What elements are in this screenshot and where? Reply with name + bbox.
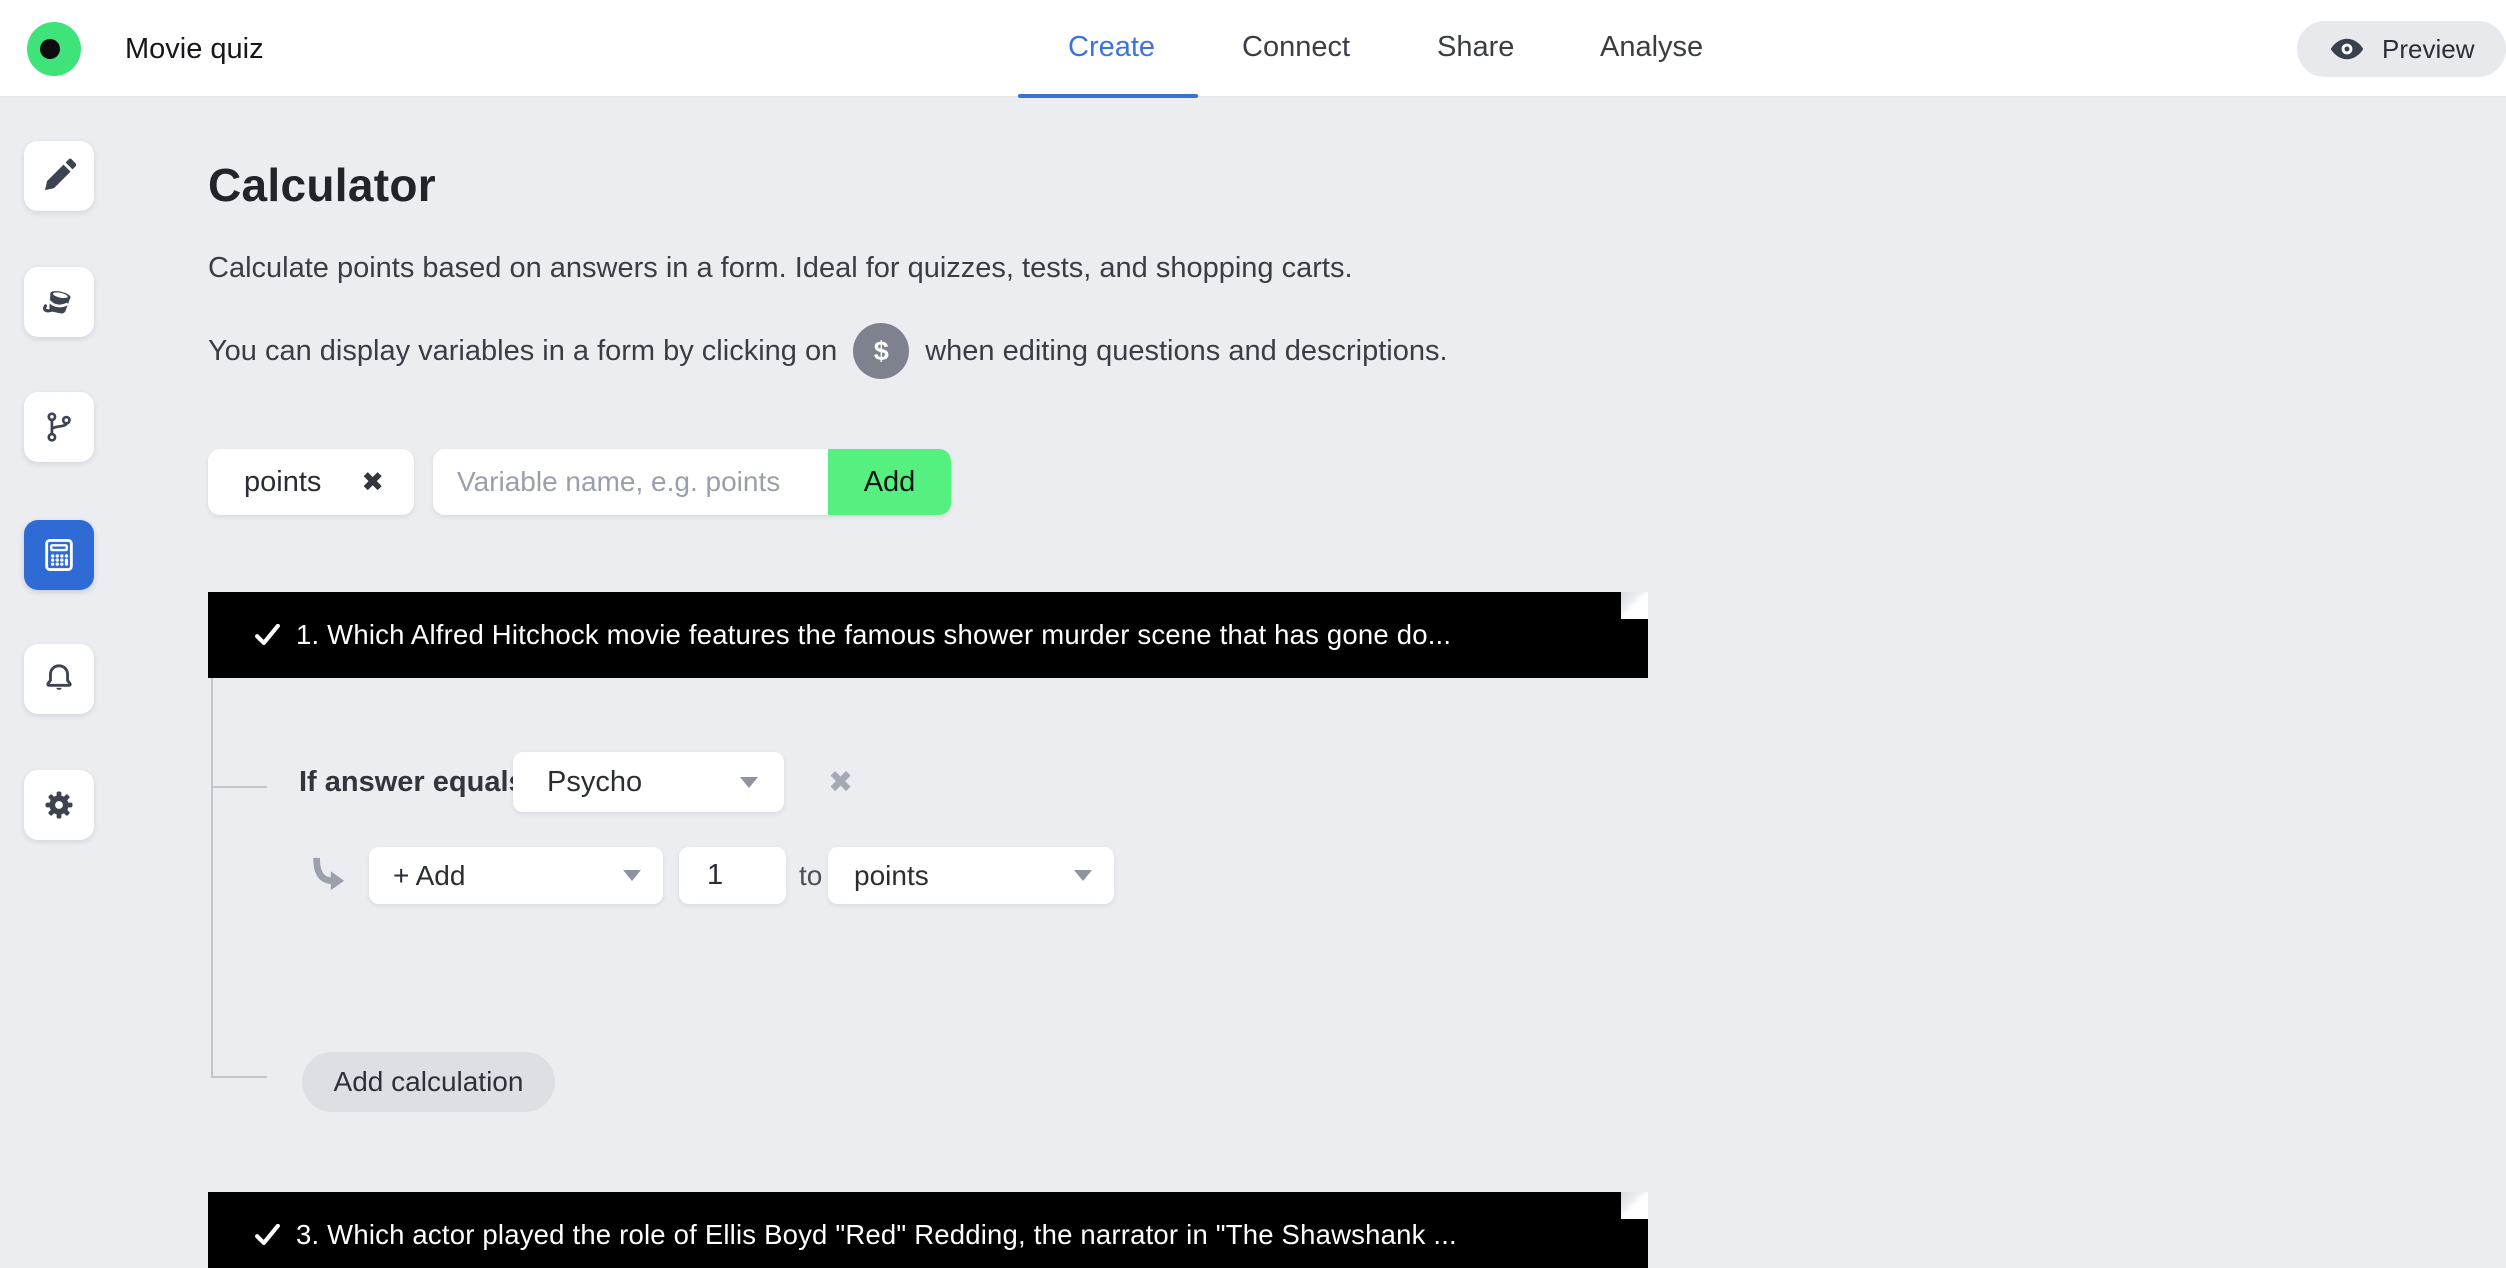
operation-select[interactable]: + Add [369,847,663,904]
to-label: to [799,847,822,904]
remove-condition-icon[interactable]: ✖ [828,752,853,812]
variables-row: points ✖ Add [208,449,951,515]
variables-hint: You can display variables in a form by c… [208,323,1448,379]
preview-label: Preview [2382,34,2474,65]
branch-icon [42,410,76,444]
variable-chip-points: points ✖ [208,449,414,515]
form-title: Movie quiz [125,0,264,98]
question-bar-2[interactable]: 3. Which actor played the role of Ellis … [208,1192,1648,1268]
active-tab-underline [1018,94,1198,98]
hint-text-before: You can display variables in a form by c… [208,335,837,368]
tab-connect[interactable]: Connect [1242,0,1350,94]
operation-select-value: + Add [393,860,465,892]
tab-analyse[interactable]: Analyse [1600,0,1703,94]
variable-name-input[interactable] [433,449,828,515]
question-bar-1[interactable]: 1. Which Alfred Hitchock movie features … [208,592,1648,678]
page-description: Calculate points based on answers in a f… [208,252,1353,285]
condition-row: If answer equals Psycho ✖ [0,752,2506,812]
add-calculation-button[interactable]: Add calculation [302,1052,555,1112]
tab-share[interactable]: Share [1437,0,1514,94]
logo-dot [40,39,60,59]
condition-label: If answer equals [299,752,525,812]
calculator-icon [40,536,78,574]
chevron-down-icon [740,777,758,788]
preview-button[interactable]: Preview [2297,21,2506,77]
operation-row: + Add to points [0,847,2506,904]
remove-variable-icon[interactable]: ✖ [361,467,384,498]
target-variable-value: points [854,860,929,892]
connector-stub-add-calculation [211,1076,267,1078]
answer-select[interactable]: Psycho [513,752,784,812]
check-icon [255,1224,280,1246]
folded-corner [1621,592,1648,619]
chevron-down-icon [1074,870,1092,881]
folded-corner [1621,1192,1648,1219]
amount-input[interactable] [679,847,786,904]
paint-bucket-icon [41,284,77,320]
dollar-icon: $ [853,323,909,379]
answer-select-value: Psycho [547,766,642,799]
indent-arrow-icon [308,855,346,895]
tab-create[interactable]: Create [1068,0,1155,94]
sidebar-item-logic[interactable] [24,392,94,462]
page-title: Calculator [208,158,436,212]
hint-text-after: when editing questions and descriptions. [925,335,1447,368]
bell-icon [41,661,77,697]
target-variable-select[interactable]: points [828,847,1114,904]
add-variable-button[interactable]: Add [828,449,951,515]
top-bar: Movie quiz Create Connect Share Analyse … [0,0,2506,98]
sidebar-item-calculator[interactable] [24,520,94,590]
chevron-down-icon [623,870,641,881]
question-text: 1. Which Alfred Hitchock movie features … [296,619,1451,651]
app-root: Movie quiz Create Connect Share Analyse … [0,0,2506,1268]
check-icon [255,624,280,646]
eye-icon [2329,37,2365,61]
question-text: 3. Which actor played the role of Ellis … [296,1219,1457,1251]
add-variable-group: Add [433,449,951,515]
sidebar-item-design[interactable] [24,267,94,337]
pencil-icon [41,158,77,194]
sidebar-item-content[interactable] [24,141,94,211]
variable-chip-label: points [244,466,321,499]
workspace-logo[interactable] [27,22,81,76]
sidebar-item-notifications[interactable] [24,644,94,714]
